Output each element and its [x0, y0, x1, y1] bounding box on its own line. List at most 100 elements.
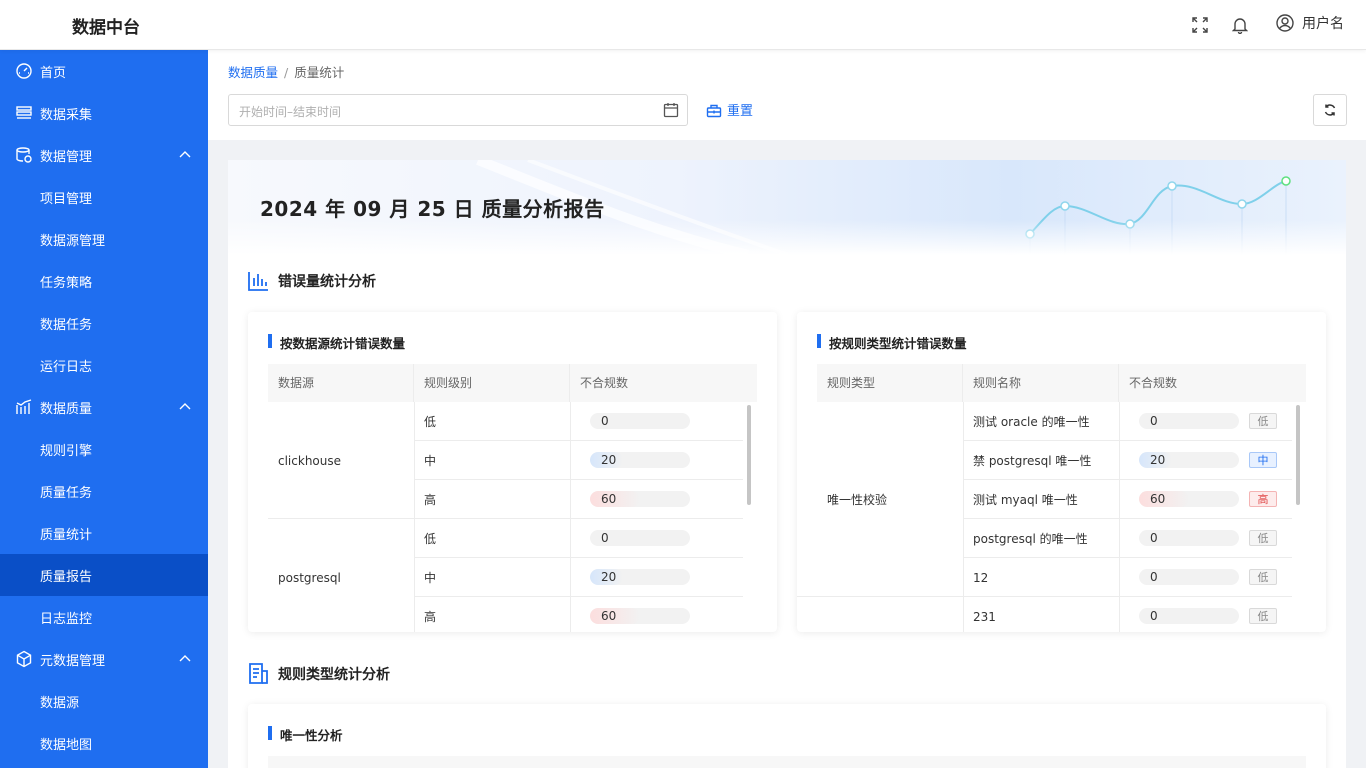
refresh-button[interactable] — [1313, 94, 1347, 126]
sidebar-item-quality-stats[interactable]: 质量统计 — [0, 512, 208, 554]
sidebar-item-log-monitor[interactable]: 日志监控 — [0, 596, 208, 638]
count-bar: 60 — [590, 608, 690, 624]
sidebar-item-datasource-manage[interactable]: 数据源管理 — [0, 218, 208, 260]
rule-type-cell: 唯一性校验 — [827, 493, 888, 507]
count-value: 0 — [1150, 570, 1158, 584]
count-value: 20 — [601, 570, 617, 584]
rule-name-cell: 231 — [973, 609, 996, 624]
level-cell: 低 — [424, 532, 437, 546]
sidebar-item-data-quality[interactable]: 数据质量 — [0, 386, 208, 428]
bell-icon[interactable] — [1230, 15, 1250, 35]
breadcrumb-parent-link[interactable]: 数据质量 — [228, 65, 278, 80]
column-header[interactable]: 不合规数 — [1119, 364, 1306, 402]
level-cell: 低 — [424, 415, 437, 429]
rule-name-cell: 测试 myaql 唯一性 — [973, 493, 1078, 507]
user-icon — [1276, 14, 1294, 32]
top-header: 数据中台 用户名 — [0, 0, 1366, 50]
level-cell: 高 — [424, 493, 437, 507]
count-bar: 0 — [1139, 569, 1239, 585]
count-value: 60 — [601, 492, 617, 506]
refresh-icon — [1324, 104, 1336, 116]
sidebar-item-label: 首页 — [40, 66, 67, 81]
sidebar-item-label: 数据质量 — [40, 402, 93, 417]
sidebar-item-label: 数据任务 — [40, 318, 93, 333]
sidebar-item-label: 数据地图 — [40, 738, 93, 753]
column-header[interactable]: 规则级别 — [414, 364, 570, 402]
scrollbar[interactable] — [1296, 405, 1300, 505]
sidebar-item-label: 数据源 — [40, 696, 80, 711]
sidebar-item-data-task[interactable]: 数据任务 — [0, 302, 208, 344]
sidebar: 首页 数据采集 数据管理 项目管理 数据源管理 任务策略 数据任务 运行日志 数… — [0, 50, 208, 768]
divider — [570, 519, 571, 632]
section-rule-type-stats: 规则类型统计分析 — [248, 663, 390, 684]
scrollbar[interactable] — [747, 405, 751, 505]
rule-name-cell: postgresql 的唯一性 — [973, 532, 1088, 546]
sidebar-item-label: 质量统计 — [40, 528, 93, 543]
column-header[interactable]: 不合规数 — [570, 364, 757, 402]
count-value: 0 — [1150, 531, 1158, 545]
sidebar-item-quality-report[interactable]: 质量报告 — [0, 554, 208, 596]
sidebar-item-data-collect[interactable]: 数据采集 — [0, 92, 208, 134]
count-value: 60 — [1150, 492, 1166, 506]
column-header[interactable]: 规则类型 — [817, 364, 963, 402]
section-title: 规则类型统计分析 — [278, 666, 390, 683]
divider — [1119, 558, 1120, 597]
sidebar-item-label: 元数据管理 — [40, 654, 106, 669]
user-name: 用户名 — [1302, 16, 1344, 32]
sidebar-item-label: 数据源管理 — [40, 234, 106, 249]
sidebar-item-run-log[interactable]: 运行日志 — [0, 344, 208, 386]
quality-icon — [16, 399, 32, 414]
divider — [1119, 402, 1120, 441]
rule-name-cell: 12 — [973, 570, 989, 585]
count-bar: 0 — [1139, 413, 1239, 429]
sidebar-item-datasource[interactable]: 数据源 — [0, 680, 208, 722]
count-bar: 20 — [590, 569, 690, 585]
section-error-stats: 错误量统计分析 — [248, 271, 376, 291]
count-value: 20 — [601, 453, 617, 467]
column-header[interactable]: 规则名称 — [963, 364, 1119, 402]
calendar-icon — [663, 103, 679, 118]
breadcrumb-separator: / — [284, 65, 289, 80]
count-value: 0 — [601, 531, 609, 545]
level-cell: 中 — [424, 571, 437, 585]
count-bar: 0 — [1139, 608, 1239, 624]
count-bar: 0 — [590, 530, 690, 546]
divider — [570, 402, 571, 519]
sidebar-item-label: 任务策略 — [40, 276, 93, 291]
sidebar-item-project-manage[interactable]: 项目管理 — [0, 176, 208, 218]
sidebar-item-rule-engine[interactable]: 规则引擎 — [0, 428, 208, 470]
table-header: 规则类型 规则名称 不合规数 — [817, 364, 1306, 402]
rule-name-cell: 禁 postgresql 唯一性 — [973, 454, 1092, 468]
level-badge: 低 — [1249, 413, 1277, 429]
section-title: 错误量统计分析 — [278, 274, 376, 290]
collect-icon — [16, 106, 32, 119]
sidebar-item-label: 质量任务 — [40, 486, 93, 501]
sidebar-item-data-map[interactable]: 数据地图 — [0, 722, 208, 764]
user-menu[interactable]: 用户名 — [1276, 13, 1344, 33]
count-value: 60 — [601, 609, 617, 623]
sidebar-item-metadata-manage[interactable]: 元数据管理 — [0, 638, 208, 680]
level-badge: 低 — [1249, 569, 1277, 585]
metadata-icon — [16, 650, 32, 668]
report-banner: 2024 年 09 月 25 日 质量分析报告 — [228, 160, 1346, 255]
sidebar-item-home[interactable]: 首页 — [0, 50, 208, 92]
sidebar-item-data-manage[interactable]: 数据管理 — [0, 134, 208, 176]
divider — [797, 596, 963, 597]
column-header[interactable]: 数据源 — [268, 364, 414, 402]
reset-icon — [706, 104, 722, 117]
fullscreen-icon[interactable] — [1190, 15, 1210, 35]
filter-bar: 数据质量 / 质量统计 开始时间–结束时间 重置 — [208, 50, 1366, 140]
rule-name-cell: 测试 oracle 的唯一性 — [973, 415, 1090, 429]
dashboard-icon — [16, 63, 32, 79]
sidebar-item-task-strategy[interactable]: 任务策略 — [0, 260, 208, 302]
banner-fade — [228, 220, 1346, 255]
divider — [1119, 597, 1120, 632]
divider — [1119, 480, 1120, 519]
reset-button[interactable]: 重置 — [706, 100, 753, 119]
count-bar: 60 — [1139, 491, 1239, 507]
date-range-picker[interactable]: 开始时间–结束时间 — [228, 94, 688, 126]
uniqueness-card: 唯一性分析 — [248, 704, 1326, 768]
sidebar-item-quality-task[interactable]: 质量任务 — [0, 470, 208, 512]
sidebar-item-label: 质量报告 — [40, 570, 93, 585]
card-title: 唯一性分析 — [268, 725, 343, 744]
